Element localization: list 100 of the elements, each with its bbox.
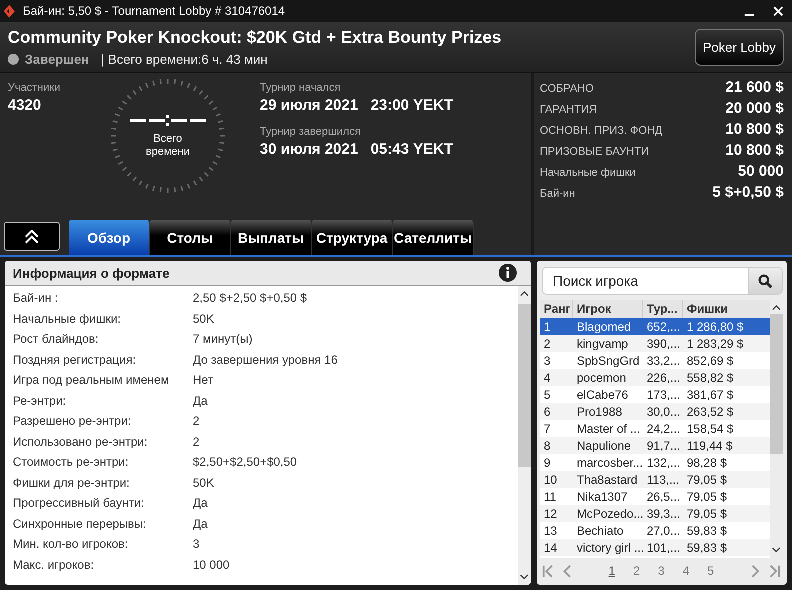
table-cell-text: 132,...: [646, 456, 682, 470]
rank-cell-text: 7: [543, 422, 552, 436]
format-value: 50K: [193, 476, 214, 490]
player-row[interactable]: 12 McPozedo... 39,3... 79,05 $: [540, 505, 770, 522]
format-label: Рост блайндов:: [13, 332, 100, 346]
format-value: 2,50 $+2,50 $+0,50 $: [193, 291, 308, 306]
format-label: Игра под реальным именем: [13, 373, 170, 388]
chips-cell-text: 381,67 $: [686, 388, 735, 402]
date-value: 29 июля 2021 23:00 YEKT: [260, 97, 454, 114]
rank-cell-text: 14: [543, 540, 558, 554]
collapse-button[interactable]: [4, 222, 60, 251]
search-icon: [758, 274, 773, 288]
tab[interactable]: Столы: [150, 220, 231, 255]
format-label: Фишки для ре-энтри:: [13, 476, 131, 490]
chips-cell-text: 558,82 $: [686, 370, 735, 384]
tab[interactable]: Сателлиты: [393, 220, 474, 255]
format-value: $2,50+$2,50+$0,50: [193, 455, 298, 470]
tab[interactable]: Обзор: [69, 220, 150, 255]
format-label: Мин. кол-во игроков:: [13, 537, 130, 552]
prize-value: 5 $+0,50 $: [712, 184, 784, 201]
page-link[interactable]: 4: [682, 564, 690, 578]
format-value: 3: [193, 537, 200, 552]
player-row[interactable]: 6 Pro1988 30,0... 263,52 $: [540, 403, 770, 420]
player-cell-text: Blagomed: [576, 320, 632, 334]
page-link[interactable]: 3: [658, 564, 665, 578]
poker-lobby-button[interactable]: Poker Lobby: [695, 28, 784, 66]
player-row[interactable]: 10 Tha8astard 113,... 79,05 $: [540, 471, 770, 488]
rank-cell-text: 6: [543, 404, 552, 418]
close-icon[interactable]: [773, 6, 784, 16]
prize-value: 20 000 $: [726, 100, 784, 117]
format-label: Ре-энтри:: [13, 394, 68, 408]
page-link[interactable]: 1: [608, 564, 616, 578]
prize-label: Начальные фишки: [540, 167, 636, 179]
logo-icon: [4, 4, 15, 18]
format-value: 2: [193, 414, 200, 428]
format-label: Использовано ре-энтри:: [13, 434, 149, 449]
player-row[interactable]: 2 kingvamp 390,... 1 283,29 $: [540, 335, 770, 352]
player-cell-text: marcosber...: [576, 456, 643, 470]
chips-cell-text: 79,05 $: [686, 490, 728, 504]
scroll-up-icon[interactable]: [520, 291, 529, 297]
rank-cell-text: 13: [543, 524, 558, 538]
prize-label: СОБРАНО: [540, 83, 594, 95]
player-cell-text: elCabe76: [576, 388, 630, 402]
player-row[interactable]: 4 pocemon 226,... 558,82 $: [540, 369, 770, 386]
format-label: Макс. игроков:: [13, 558, 96, 572]
rank-cell-text: 8: [543, 438, 552, 452]
player-cell-text: McPozedo...: [576, 506, 643, 520]
participants-count: 4320: [8, 97, 42, 114]
prize-label: ПРИЗОВЫЕ БАУНТИ: [540, 146, 650, 158]
player-cell-text: Tha8astard: [576, 472, 639, 486]
rank-cell-text: 4: [543, 370, 552, 384]
table-cell-text: 39,3...: [646, 506, 682, 520]
rank-cell-text: 12: [543, 506, 558, 520]
page-link[interactable]: 2: [633, 564, 640, 578]
prize-value: 21 600 $: [726, 79, 784, 96]
tournament-title: Community Poker Knockout: $20K Gtd + Extra Bounty Prizes: [8, 28, 503, 48]
prize-label: ОСНОВН. ПРИЗ. ФОНД: [540, 125, 663, 137]
tab[interactable]: Выплаты: [231, 220, 312, 255]
format-title: Информация о формате: [13, 266, 170, 280]
player-row[interactable]: 1 Blagomed 652,... 1 286,80 $: [540, 318, 770, 335]
date-label: Турнир начался: [260, 82, 342, 94]
table-cell-text: 226,...: [646, 370, 682, 384]
table-cell-text: 101,...: [646, 540, 682, 554]
prize-value: 10 800 $: [726, 142, 784, 159]
chips-cell-text: 158,54 $: [686, 422, 735, 436]
chips-cell-text: 59,83 $: [686, 524, 728, 538]
format-value: Да: [193, 516, 208, 531]
search-button[interactable]: [749, 267, 783, 295]
player-cell-text: Bechiato: [576, 524, 625, 538]
scroll-down-icon[interactable]: [772, 547, 781, 553]
timer-caption: Всего времени: [145, 133, 191, 159]
format-value: 2: [193, 434, 200, 449]
format-value: 7 минут(ы): [193, 332, 253, 346]
player-cell-text: Master of ...: [576, 422, 642, 436]
page-link[interactable]: 5: [708, 564, 714, 578]
format-label: Бай-ин :: [13, 291, 60, 306]
scroll-up-icon[interactable]: [772, 305, 781, 311]
prize-label: ГАРАНТИЯ: [540, 104, 598, 116]
chips-cell-text: 98,28 $: [686, 456, 728, 470]
total-time: | Всего времени:6 ч. 43 мин: [101, 52, 268, 66]
info-icon[interactable]: [499, 264, 517, 282]
format-label: Синхронные перерывы:: [13, 516, 148, 531]
prize-value: 50 000: [738, 163, 784, 180]
player-row[interactable]: 14 victory girl ... 101,... 59,83 $: [540, 539, 770, 556]
table-cell-text: 24,2...: [646, 422, 682, 436]
chips-cell-text: 79,05 $: [686, 472, 728, 486]
format-value: 50K: [193, 312, 214, 326]
table-cell-text: 173,...: [646, 388, 682, 402]
format-value: Да: [193, 496, 208, 510]
rank-cell-text: 1: [543, 320, 552, 334]
search-field[interactable]: Поиск игрока: [542, 267, 749, 295]
column-header[interactable]: Фишки: [683, 300, 770, 318]
scroll-down-icon[interactable]: [520, 574, 529, 580]
format-label: Начальные фишки:: [13, 312, 122, 326]
date-value: 30 июля 2021 05:43 YEKT: [260, 141, 454, 158]
table-cell-text: 652,...: [646, 320, 682, 334]
player-row[interactable]: 8 Napulione 91,7... 119,44 $: [540, 437, 770, 454]
scrollbar[interactable]: [518, 286, 531, 585]
tab[interactable]: Структура: [312, 220, 393, 255]
format-label: Стоимость ре-энтри:: [13, 455, 130, 470]
